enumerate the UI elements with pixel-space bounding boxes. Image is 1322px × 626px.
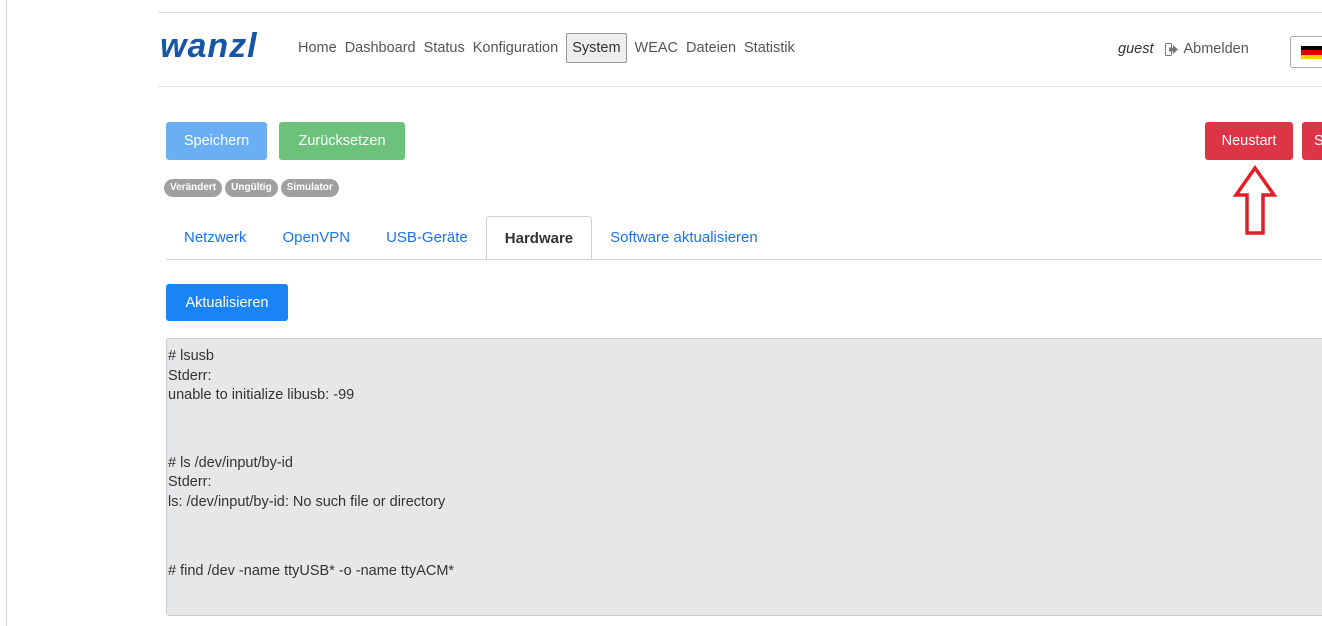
console-line: unable to initialize libusb: -99 [168,387,355,403]
tab-software-aktualisieren[interactable]: Software aktualisieren [592,216,776,260]
nav-status[interactable]: Status [424,40,465,56]
main-nav: Home Dashboard Status Konfiguration Syst… [298,33,803,63]
console-line: # lsusb [168,348,214,364]
wanzl-logo[interactable]: wanzl [160,29,258,63]
shutdown-button[interactable]: S [1302,122,1322,160]
logout-link[interactable]: Abmelden [1183,41,1248,57]
user-name: guest [1118,41,1154,57]
console-line: # ls /dev/input/by-id [168,454,293,471]
tab-openvpn[interactable]: OpenVPN [265,216,369,260]
logout-icon[interactable] [1165,42,1179,56]
nav-system[interactable]: System [566,33,627,63]
badge-invalid: Ungültig [225,179,278,197]
german-flag-icon [1301,46,1322,59]
tab-netzwerk[interactable]: Netzwerk [166,216,265,260]
tabs-divider [166,259,1322,260]
top-border [158,12,1322,13]
refresh-button[interactable]: Aktualisieren [166,284,288,321]
status-badges: Verändert Ungültig Simulator [164,179,342,197]
save-button[interactable]: Speichern [166,122,267,160]
tab-usb-geraete[interactable]: USB-Geräte [368,216,486,260]
badge-changed: Verändert [164,179,223,197]
badge-simulator: Simulator [280,179,339,197]
hardware-output-console[interactable]: # lsusb Stderr: unable to initialize lib… [166,338,1322,616]
tab-hardware[interactable]: Hardware [485,216,593,260]
nav-home[interactable]: Home [298,40,337,56]
language-selector[interactable] [1290,36,1322,68]
restart-button[interactable]: Neustart [1205,122,1293,160]
nav-weac[interactable]: WEAC [635,40,679,56]
nav-statistik[interactable]: Statistik [744,40,795,56]
console-line: Stderr: [168,474,212,490]
nav-konfiguration[interactable]: Konfiguration [473,40,558,56]
console-line: Stderr: [168,367,212,384]
console-line: # find /dev -name ttyUSB* -o -name ttyAC… [168,563,455,579]
annotation-arrow-up-icon [1232,165,1278,235]
nav-dashboard[interactable]: Dashboard [345,40,416,56]
nav-dateien[interactable]: Dateien [686,40,736,56]
left-border [6,0,7,626]
reset-button[interactable]: Zurücksetzen [279,122,405,160]
user-area: guest Abmelden [1118,41,1249,57]
console-line: ls: /dev/input/by-id: No such file or di… [168,493,446,510]
system-tabs: Netzwerk OpenVPN USB-Geräte Hardware Sof… [166,216,776,260]
header-divider [158,86,1322,87]
